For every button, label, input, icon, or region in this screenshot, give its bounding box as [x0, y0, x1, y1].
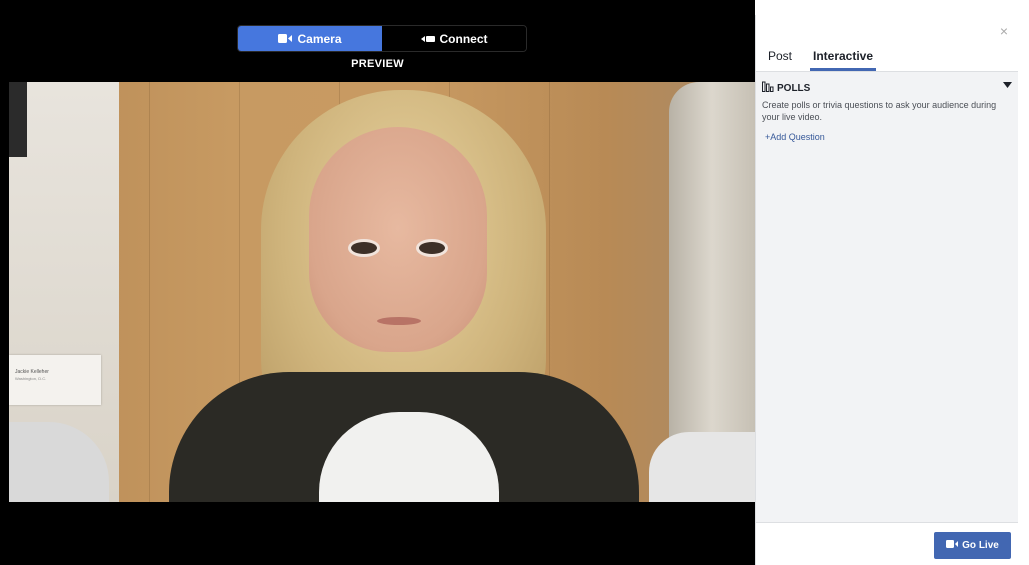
source-tabs: Camera Connect — [237, 25, 527, 52]
name-card-line2: Washington, D.C. — [15, 376, 47, 381]
person-mouth — [377, 317, 421, 325]
preview-label: PREVIEW — [351, 58, 404, 70]
person-eye-right — [419, 242, 445, 254]
person-eye-left — [351, 242, 377, 254]
live-video-icon — [946, 540, 959, 551]
background-chair-arm — [649, 432, 755, 502]
close-icon[interactable]: × — [1000, 23, 1008, 39]
source-toolbar: Camera Connect PREVIEW — [0, 0, 755, 82]
add-question-link[interactable]: +Add Question — [765, 132, 825, 142]
page-edge — [1018, 0, 1029, 565]
tab-connect-label: Connect — [439, 31, 488, 46]
connect-plug-icon — [420, 32, 435, 46]
person-face — [309, 127, 487, 352]
panel-tabs: Post Interactive — [756, 45, 1018, 72]
name-card-line1: Jackie Kelleher — [15, 369, 49, 375]
panel-body — [756, 154, 1018, 522]
polls-description: Create polls or trivia questions to ask … — [762, 100, 997, 122]
camera-preview-video: Jackie Kelleher Washington, D.C. — [9, 82, 755, 502]
name-card: Jackie Kelleher Washington, D.C. — [9, 355, 101, 405]
polls-section: POLLS Create polls or trivia questions t… — [756, 72, 1018, 154]
tab-post[interactable]: Post — [768, 49, 792, 71]
go-live-label: Go Live — [962, 540, 999, 551]
tab-interactive[interactable]: Interactive — [810, 49, 877, 71]
video-camera-icon — [278, 32, 293, 46]
wall-frame — [9, 82, 27, 157]
panel-footer: Go Live — [756, 522, 1018, 565]
bar-chart-icon — [762, 81, 774, 95]
polls-title: POLLS — [777, 82, 811, 94]
caret-down-icon[interactable] — [1003, 80, 1012, 90]
tab-connect[interactable]: Connect — [382, 26, 526, 51]
go-live-button[interactable]: Go Live — [934, 532, 1011, 559]
tab-camera-label: Camera — [297, 31, 342, 46]
polls-header[interactable]: POLLS — [762, 81, 810, 95]
side-panel: × Post Interactive POLLS Create polls or… — [755, 15, 1018, 565]
tab-camera[interactable]: Camera — [238, 26, 382, 51]
